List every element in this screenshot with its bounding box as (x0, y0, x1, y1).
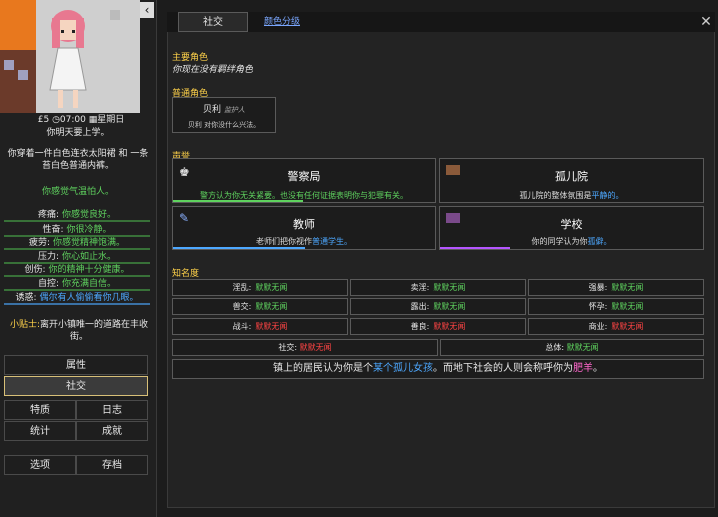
fame-value: 默默无闻 (255, 302, 288, 311)
character-card-baily[interactable]: 贝利 监护人 贝利 对你没什么兴法。 (172, 97, 276, 133)
stat-bar (4, 303, 150, 305)
fame-cell: 淫乱: 默默无闻 (172, 279, 348, 296)
stat-row: 疼痛: 你感觉良好。 (4, 207, 150, 221)
fame-value: 默默无闻 (611, 302, 644, 311)
fame-cell: 露出: 默默无闻 (350, 298, 526, 315)
rep-title-teachers: 教师 (293, 218, 315, 231)
stat-label: 诱惑: (15, 293, 37, 303)
character-role: 监护人 (223, 106, 245, 114)
rep-title-school: 学校 (560, 218, 583, 231)
mood-text: 你感觉气温怕人。 (41, 187, 114, 197)
fame-label: 商业: (588, 322, 608, 331)
fame-value: 默默无闻 (433, 302, 466, 311)
nav-attributes-button[interactable]: 属性 (4, 355, 148, 375)
fame-value: 默默无闻 (433, 283, 466, 292)
stat-row: 自控: 你充满自信。 (4, 276, 150, 290)
fame-cell: 兽交: 默默无闻 (172, 298, 348, 315)
stat-value: 偶尔有人偷偷看你几眼。 (39, 293, 139, 303)
fame-total: 总体: 默默无闻 (440, 339, 704, 356)
nav-social-button[interactable]: 社交 (4, 376, 148, 396)
fame-title: 知名度 (172, 269, 200, 279)
stat-row: 诱惑: 偶尔有人偷偷看你几眼。 (4, 290, 150, 304)
fame-cell: 怀孕: 默默无闻 (528, 298, 704, 315)
fame-cell: 强暴: 默默无闻 (528, 279, 704, 296)
nav-statistics-button[interactable]: 统计 (4, 421, 76, 441)
main-character-text: 你现在没有羁绊角色 (172, 65, 254, 75)
rep-bar-police (173, 200, 303, 202)
fame-value: 默默无闻 (611, 322, 644, 331)
stat-row: 压力: 你心如止水。 (4, 249, 150, 263)
stat-value: 你感觉精神饱满。 (53, 238, 126, 248)
stat-value: 你的精神十分健康。 (48, 265, 130, 275)
fame-cell: 战斗: 默默无闻 (172, 318, 348, 335)
fame-label: 强暴: (588, 283, 608, 292)
school-notice: 你明天要上学。 (46, 128, 110, 138)
fame-value: 默默无闻 (255, 283, 288, 292)
clothes-description: 你穿着一件白色连衣太阳裙 和 一条苔白色普通内裤。 (7, 149, 149, 171)
nav-options-button[interactable]: 选项 (4, 455, 76, 475)
social-panel (167, 12, 715, 508)
fame-value: 默默无闻 (255, 322, 288, 331)
fame-value: 默默无闻 (433, 322, 466, 331)
weekday: 星期日 (97, 115, 125, 125)
stat-label: 自控: (37, 279, 60, 289)
rep-desc-teachers: 老师们把你视作普通学生。 (256, 237, 352, 246)
fame-label: 战斗: (232, 322, 252, 331)
fame-label: 善良: (410, 322, 430, 331)
character-desc: 贝利 对你没什么兴法。 (187, 121, 261, 129)
reputation-orphanage: 孤儿院 孤儿院的整体氛围是平静的。 (439, 158, 704, 203)
stat-value: 你感觉良好。 (62, 210, 117, 220)
rep-desc-orphanage: 孤儿院的整体氛围是平静的。 (519, 191, 624, 200)
stat-label: 疼痛: (37, 210, 60, 220)
stat-label: 性奋: (42, 225, 64, 235)
clock-icon: ◷ (52, 115, 60, 125)
fame-cell: 善良: 默默无闻 (350, 318, 526, 335)
fame-label: 兽交: (232, 302, 252, 311)
fame-label: 卖淫: (410, 283, 430, 292)
money: £5 (37, 115, 50, 125)
character-portrait (0, 0, 140, 113)
nav-achievements-button[interactable]: 成就 (76, 421, 148, 441)
rep-bar-school (440, 247, 510, 249)
stat-label: 压力: (37, 252, 60, 262)
nav-saves-button[interactable]: 存档 (76, 455, 148, 475)
reputation-teachers: ✎ 教师 老师们把你视作普通学生。 (172, 206, 436, 250)
fame-cell: 商业: 默默无闻 (528, 318, 704, 335)
stat-label: 疲劳: (28, 238, 51, 248)
fame-label: 淫乱: (232, 283, 252, 292)
stat-row: 疲劳: 你感觉精神饱满。 (4, 235, 150, 249)
tab-social[interactable]: 社交 (178, 12, 248, 32)
fame-summary: 镇上的居民认为你是个某个孤儿女孩。而地下社会的人则会称呼你为肥羊。 (172, 359, 704, 379)
tip-text: 离开小镇唯一的道路在丰收街。 (40, 320, 149, 342)
stat-row: 性奋: 你很冷静。 (4, 222, 150, 236)
calendar-icon: ▦ (88, 115, 98, 125)
close-icon[interactable]: ✕ (698, 13, 714, 31)
collapse-sidebar-button[interactable]: ‹ (140, 2, 154, 18)
reputation-police: ♚ 警察局 警方认为你无关紧要。也没有任何证据表明你与犯罪有关。 (172, 158, 436, 203)
fame-cell: 卖淫: 默默无闻 (350, 279, 526, 296)
fame-label: 怀孕: (588, 302, 608, 311)
nav-traits-button[interactable]: 特质 (4, 400, 76, 420)
rep-bar-teachers (173, 247, 305, 249)
rep-title-orphanage: 孤儿院 (555, 170, 588, 183)
fame-social: 社交: 默默无闻 (172, 339, 438, 356)
tab-bar (167, 12, 715, 32)
nav-journal-button[interactable]: 日志 (76, 400, 148, 420)
stat-label: 创伤: (24, 265, 46, 275)
tip: 小贴士:离开小镇唯一的道路在丰收街。 (4, 319, 154, 343)
time: 07:00 (59, 115, 86, 125)
stat-value: 你心如止水。 (62, 252, 117, 262)
stat-row: 创伤: 你的精神十分健康。 (4, 262, 150, 276)
fame-value: 默默无闻 (611, 283, 644, 292)
stat-value: 你很冷静。 (66, 225, 112, 235)
character-name: 贝利 (203, 105, 222, 115)
rep-desc-school: 你的同学认为你孤僻。 (531, 237, 612, 246)
stat-value: 你充满自信。 (62, 279, 117, 289)
fame-label: 露出: (410, 302, 430, 311)
tab-color-grade[interactable]: 颜色分级 (252, 12, 312, 32)
tip-label: 小贴士: (9, 320, 41, 330)
reputation-school: 学校 你的同学认为你孤僻。 (439, 206, 704, 250)
status-line: £5 ◷07:00 ▦星期日 (26, 112, 136, 125)
rep-title-police: 警察局 (287, 170, 321, 183)
